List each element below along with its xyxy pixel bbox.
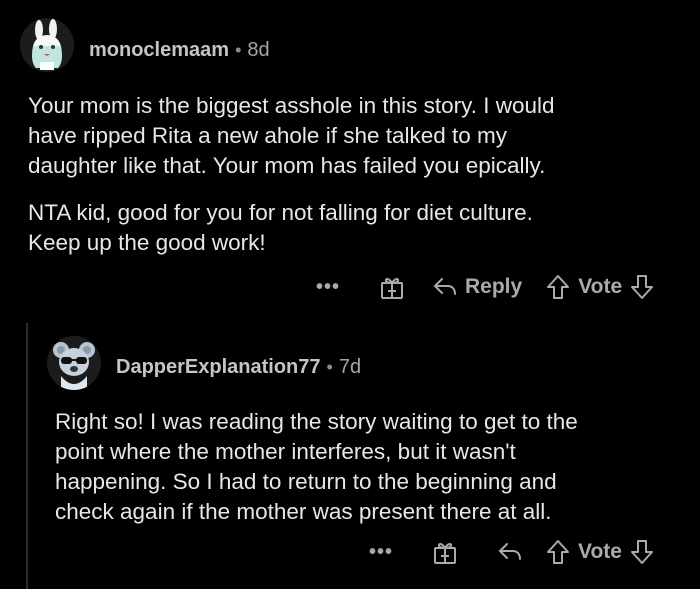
downvote-arrow-icon[interactable] — [630, 539, 654, 565]
more-options-button[interactable]: ••• — [366, 541, 396, 564]
vote-label: Vote — [578, 540, 622, 563]
timestamp: 7d — [338, 356, 362, 378]
separator: • — [235, 40, 242, 60]
gift-award-icon[interactable] — [379, 274, 405, 300]
reply-arrow-icon — [498, 541, 522, 563]
username[interactable]: monoclemaam — [89, 39, 229, 62]
upvote-arrow-icon[interactable] — [546, 539, 570, 565]
reply-arrow-icon — [433, 276, 457, 298]
comment-body: Your mom is the biggest asshole in this … — [28, 91, 678, 275]
reply-button[interactable]: Reply — [433, 275, 522, 299]
user-avatar[interactable] — [47, 336, 101, 390]
vote-controls: Vote — [546, 539, 654, 565]
comment-paragraph: NTA kid, good for you for not falling fo… — [28, 200, 533, 255]
user-avatar[interactable] — [20, 18, 74, 72]
comment: monoclemaam • 8d Your mom is the biggest… — [0, 0, 700, 320]
bunny-avatar-icon — [20, 18, 74, 72]
comment-actions: ••• Vote — [366, 539, 654, 565]
reply-button[interactable] — [498, 541, 522, 563]
reply-comment: DapperExplanation77 • 7d Right so! I was… — [0, 320, 700, 589]
downvote-arrow-icon[interactable] — [630, 274, 654, 300]
more-options-button[interactable]: ••• — [313, 276, 343, 299]
comment-paragraph: Right so! I was reading the story waitin… — [55, 409, 578, 524]
koala-avatar-icon — [47, 336, 101, 390]
timestamp: 8d — [247, 39, 270, 61]
separator: • — [326, 357, 333, 377]
gift-award-icon[interactable] — [432, 539, 458, 565]
comment-meta: DapperExplanation77 • 7d — [116, 356, 361, 379]
comment-meta: monoclemaam • 8d — [89, 39, 270, 62]
upvote-arrow-icon[interactable] — [546, 274, 570, 300]
vote-controls: Vote — [546, 274, 654, 300]
comment-paragraph: Your mom is the biggest asshole in this … — [28, 93, 555, 178]
reply-label: Reply — [465, 275, 523, 298]
comment-actions: ••• Reply Vote — [313, 274, 654, 300]
username[interactable]: DapperExplanation77 — [116, 356, 321, 379]
comment-body: Right so! I was reading the story waitin… — [55, 407, 695, 544]
vote-label: Vote — [578, 275, 623, 298]
